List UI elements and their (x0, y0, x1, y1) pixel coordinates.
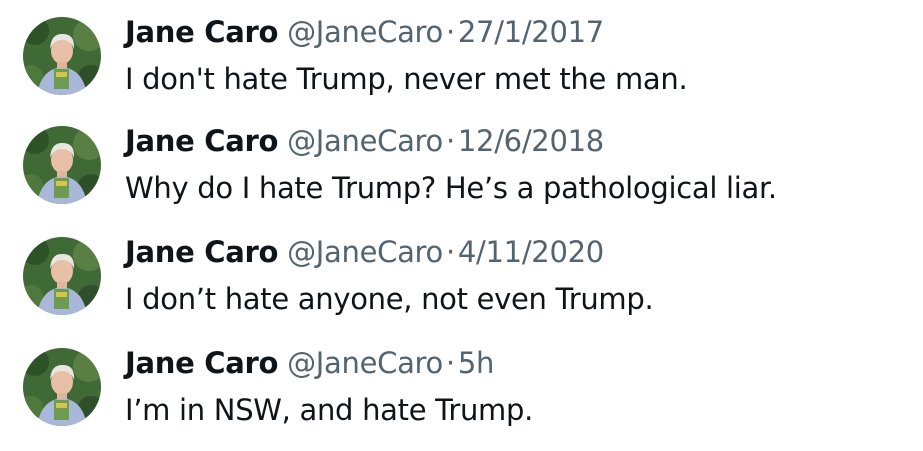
avatar-image (23, 126, 101, 204)
tweet[interactable]: Jane Caro @JaneCaro · 5h I’m in NSW, and h… (0, 331, 923, 439)
timestamp[interactable]: 27/1/2017 (458, 15, 604, 49)
display-name[interactable]: Jane Caro (125, 124, 278, 158)
separator-dot: · (445, 346, 455, 380)
avatar-image (23, 237, 101, 315)
user-handle[interactable]: @JaneCaro (287, 346, 443, 380)
tweet[interactable]: Jane Caro @JaneCaro · 12/6/2018 Why do I h… (0, 109, 923, 217)
separator-dot: · (445, 15, 455, 49)
tweet[interactable]: Jane Caro @JaneCaro · 27/1/2017 I don't ha… (0, 0, 923, 108)
separator-dot: · (445, 124, 455, 158)
tweet-header: Jane Caro @JaneCaro · 4/11/2020 (125, 233, 604, 271)
avatar-image (23, 17, 101, 95)
display-name[interactable]: Jane Caro (125, 15, 278, 49)
avatar[interactable] (23, 126, 101, 204)
timestamp[interactable]: 5h (458, 346, 495, 380)
separator-dot: · (445, 235, 455, 269)
user-handle[interactable]: @JaneCaro (287, 124, 443, 158)
avatar-image (23, 348, 101, 426)
user-handle[interactable]: @JaneCaro (287, 235, 443, 269)
tweet[interactable]: Jane Caro @JaneCaro · 4/11/2020 I don’t ha… (0, 220, 923, 328)
tweet-header: Jane Caro @JaneCaro · 27/1/2017 (125, 13, 604, 51)
tweet-text: I don’t hate anyone, not even Trump. (125, 282, 654, 316)
display-name[interactable]: Jane Caro (125, 346, 278, 380)
tweet-header: Jane Caro @JaneCaro · 5h (125, 344, 494, 382)
user-handle[interactable]: @JaneCaro (287, 15, 443, 49)
tweet-header: Jane Caro @JaneCaro · 12/6/2018 (125, 122, 604, 160)
timestamp[interactable]: 4/11/2020 (458, 235, 604, 269)
avatar[interactable] (23, 17, 101, 95)
tweet-text: Why do I hate Trump? He’s a pathological… (125, 171, 777, 205)
tweet-text: I’m in NSW, and hate Trump. (125, 393, 533, 427)
timestamp[interactable]: 12/6/2018 (458, 124, 604, 158)
avatar[interactable] (23, 348, 101, 426)
tweet-text: I don't hate Trump, never met the man. (125, 62, 688, 96)
display-name[interactable]: Jane Caro (125, 235, 278, 269)
tweet-feed: Jane Caro @JaneCaro · 27/1/2017 I don't ha… (0, 0, 923, 451)
avatar[interactable] (23, 237, 101, 315)
